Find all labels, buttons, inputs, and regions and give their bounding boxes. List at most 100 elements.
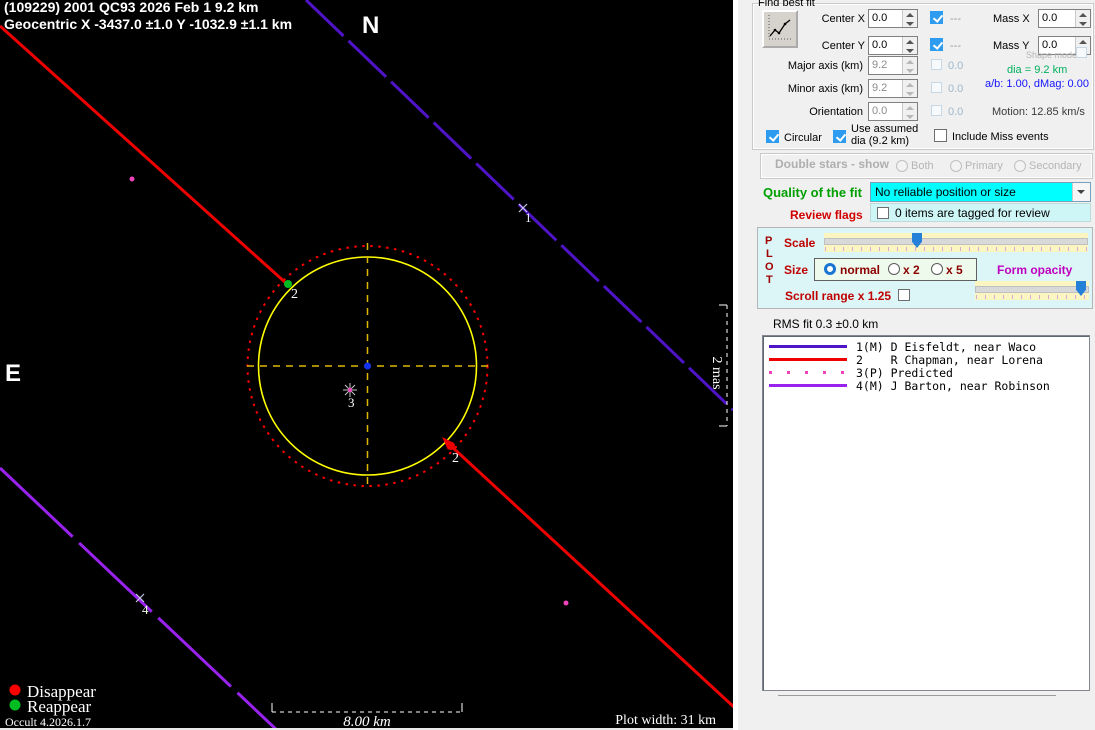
review-flags-checkbox[interactable]: [877, 207, 889, 219]
center-x-label: Center X: [795, 13, 865, 25]
major-axis-spinner[interactable]: [902, 57, 917, 74]
plot-letter-t: T: [766, 274, 773, 286]
orientation-fit-checkbox[interactable]: [931, 105, 942, 116]
scale-slider-track[interactable]: [824, 238, 1088, 245]
double-stars-secondary-radio[interactable]: [1014, 160, 1026, 172]
circular-label: Circular: [784, 132, 822, 144]
orientation-input[interactable]: 0.0: [868, 102, 918, 121]
run-best-fit-button[interactable]: [762, 10, 798, 48]
chord-2-lower-segment: [451, 446, 733, 708]
plot-letter-o: O: [765, 261, 774, 273]
chord-listbox[interactable]: 1(M) D Eisfeldt, near Waco 2 R Chapman, …: [762, 335, 1090, 691]
scale-slider-label: Scale: [784, 237, 815, 249]
mass-x-input[interactable]: 0.0: [1038, 9, 1091, 28]
double-stars-primary-radio[interactable]: [950, 160, 962, 172]
center-x-spinner[interactable]: [902, 10, 917, 27]
review-flags-text: 0 items are tagged for review: [895, 207, 1050, 219]
center-x-fit-checkbox[interactable]: [930, 11, 943, 24]
chord-list-item[interactable]: 4(M) J Barton, near Robinson: [763, 379, 1089, 392]
circular-checkbox[interactable]: [766, 130, 779, 143]
app-version-label: Occult 4.2026.1.7: [5, 715, 91, 729]
shape-model-checkbox[interactable]: [1076, 47, 1087, 58]
double-stars-secondary-label: Secondary: [1029, 160, 1082, 172]
center-y-value[interactable]: 0.0: [869, 37, 902, 54]
mass-x-spinner[interactable]: [1075, 10, 1090, 27]
plot-letter-p: P: [765, 235, 772, 247]
scroll-range-checkbox[interactable]: [898, 289, 910, 301]
major-axis-label: Major axis (km): [770, 60, 863, 72]
center-y-input[interactable]: 0.0: [868, 36, 918, 55]
listbox-hscrollbar[interactable]: [778, 695, 1056, 696]
diameter-status-text: dia = 9.2 km: [1007, 64, 1067, 76]
ab-dmag-status-text: a/b: 1.00, dMag: 0.00: [985, 78, 1089, 90]
major-axis-input[interactable]: 9.2: [868, 56, 918, 75]
include-miss-events-checkbox[interactable]: [934, 129, 947, 142]
plot-width-label: Plot width: 31 km: [615, 713, 716, 728]
use-assumed-dia-label-line1: Use assumed: [851, 123, 918, 135]
orientation-label: Orientation: [770, 106, 863, 118]
chevron-down-icon[interactable]: [1072, 183, 1090, 201]
review-flags-box: 0 items are tagged for review: [870, 203, 1091, 222]
major-axis-value: 9.2: [869, 57, 902, 74]
size-label: Size: [784, 264, 808, 276]
chord-3-label: 3: [348, 395, 355, 410]
shape-model-label: Shape model: [1026, 49, 1079, 61]
find-best-fit-group-label: Find best fit: [758, 0, 815, 9]
minor-axis-label: Minor axis (km): [770, 83, 863, 95]
chord-1-text: 1(M) D Eisfeldt, near Waco: [856, 340, 1036, 354]
plot-title-line2: Geocentric X -3437.0 ±1.0 Y -1032.9 ±1.1…: [4, 16, 292, 32]
size-x2-label: x 2: [903, 264, 920, 276]
chord-3-text: 3(P) Predicted: [856, 366, 953, 380]
scale-slider[interactable]: [824, 233, 1088, 252]
chord-3-reappear-dot: [564, 601, 569, 606]
chord-list-item[interactable]: 2 R Chapman, near Lorena: [763, 353, 1089, 366]
scroll-range-label: Scroll range x 1.25: [785, 290, 891, 302]
major-axis-fit-checkbox[interactable]: [931, 59, 942, 70]
plot-title-line1: (109229) 2001 QC93 2026 Feb 1 9.2 km: [4, 0, 259, 15]
center-y-spinner[interactable]: [902, 37, 917, 54]
form-opacity-slider[interactable]: [975, 281, 1089, 300]
form-opacity-slider-ticks: [976, 295, 1088, 299]
chord-list-item[interactable]: 1(M) D Eisfeldt, near Waco: [763, 340, 1089, 353]
include-miss-events-label: Include Miss events: [952, 131, 1049, 143]
mass-x-value[interactable]: 0.0: [1039, 10, 1075, 27]
quality-of-fit-dropdown[interactable]: No reliable position or size: [870, 182, 1091, 202]
chord-list-item[interactable]: 3(P) Predicted: [763, 366, 1089, 379]
plot-svg: 1 4 2 2: [0, 0, 733, 730]
mas-scale-label: 2 mas: [709, 356, 724, 389]
double-stars-both-radio[interactable]: [896, 160, 908, 172]
scale-slider-thumb[interactable]: [912, 233, 922, 248]
size-normal-radio[interactable]: [824, 263, 836, 275]
center-x-input[interactable]: 0.0: [868, 9, 918, 28]
minor-axis-fit-checkbox[interactable]: [931, 82, 942, 93]
review-flags-label: Review flags: [790, 209, 863, 221]
center-x-value[interactable]: 0.0: [869, 10, 902, 27]
center-y-fit-checkbox[interactable]: [930, 38, 943, 51]
center-y-label: Center Y: [795, 40, 865, 52]
form-opacity-slider-thumb[interactable]: [1076, 281, 1086, 296]
minor-axis-spinner[interactable]: [902, 80, 917, 97]
use-assumed-dia-checkbox[interactable]: [833, 130, 846, 143]
chord-4-label: 4: [142, 602, 149, 617]
double-stars-group-label: Double stars - show: [775, 158, 889, 170]
chart-icon: [764, 12, 794, 44]
size-x5-radio[interactable]: [931, 263, 943, 275]
east-direction-label: E: [5, 360, 21, 387]
motion-status-text: Motion: 12.85 km/s: [992, 106, 1085, 118]
size-x2-radio[interactable]: [888, 263, 900, 275]
size-x5-label: x 5: [946, 264, 963, 276]
minor-axis-value: 9.2: [869, 80, 902, 97]
km-scale-bar: 8.00 km: [272, 703, 462, 730]
chord-4-swatch: [769, 384, 847, 387]
form-opacity-slider-track[interactable]: [975, 286, 1089, 293]
minor-axis-input[interactable]: 9.2: [868, 79, 918, 98]
quality-of-fit-label: Quality of the fit: [763, 187, 862, 199]
mass-y-label: Mass Y: [993, 40, 1029, 52]
mas-scale-bar: 2 mas: [709, 305, 727, 426]
double-stars-primary-label: Primary: [965, 160, 1003, 172]
orientation-spinner[interactable]: [902, 103, 917, 120]
occultation-plot-canvas: 1 4 2 2: [0, 0, 733, 730]
occult-fit-window: 1 4 2 2: [0, 0, 1095, 730]
chord-4-text: 4(M) J Barton, near Robinson: [856, 379, 1050, 393]
center-y-fit-result: ---: [950, 40, 961, 52]
